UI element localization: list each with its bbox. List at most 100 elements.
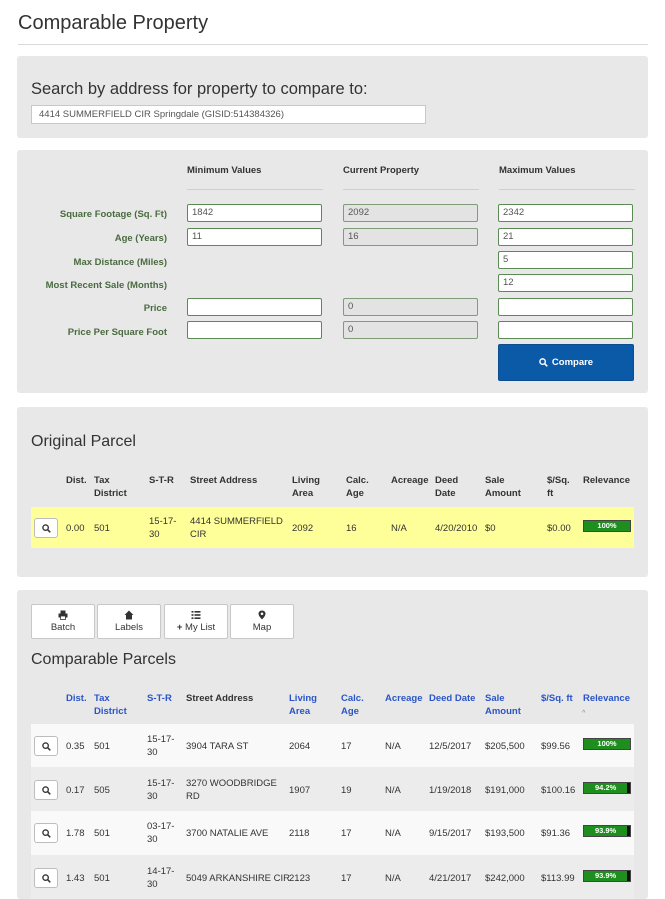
header-living-area: Living Area — [292, 475, 320, 499]
sort-deed-date[interactable]: Deed Date — [429, 692, 475, 705]
cell-str: 14-17- 30 — [147, 866, 175, 890]
relevance-fill: 93.9% — [584, 826, 628, 836]
min-price-per-sqft-field[interactable] — [187, 321, 322, 339]
cell-calc-age: 17 — [341, 828, 352, 839]
max-distance-field[interactable]: 5 — [498, 251, 633, 269]
my-list-button[interactable]: + My List — [164, 604, 228, 639]
min-age-field[interactable]: 11 — [187, 228, 322, 246]
page-title: Comparable Property — [18, 12, 209, 34]
cell-living-area: 2123 — [289, 873, 311, 884]
criteria-panel: Minimum Values Current Property Maximum … — [17, 150, 648, 393]
search-icon — [41, 523, 51, 533]
sort-living-area[interactable]: Living Area — [289, 692, 317, 718]
cell-deed-date: 12/5/2017 — [429, 741, 472, 752]
cell-str: 15-17- 30 — [149, 516, 177, 540]
view-parcel-button[interactable] — [34, 823, 58, 843]
original-parcel-title: Original Parcel — [31, 433, 136, 450]
header-street-address: Street Address — [186, 693, 254, 704]
sort-price-per-sqft[interactable]: $/Sq. ft — [541, 692, 573, 705]
cell-living-area: 1907 — [289, 785, 311, 796]
labels-label: Labels — [115, 622, 143, 633]
sort-relevance[interactable]: Relevance — [583, 692, 630, 705]
age-label: Age (Years) — [114, 233, 167, 244]
most-recent-sale-label: Most Recent Sale (Months) — [45, 280, 167, 291]
cell-str: 15-17- 30 — [147, 734, 175, 758]
cell-address: 3904 TARA ST — [186, 741, 249, 752]
min-sqft-field[interactable]: 1842 — [187, 204, 322, 222]
printer-icon — [58, 610, 68, 620]
sort-calc-age[interactable]: Calc. Age — [341, 692, 364, 718]
cell-dist: 1.78 — [66, 828, 85, 839]
sort-tax-district[interactable]: Tax District — [94, 692, 127, 718]
cell-calc-age: 17 — [341, 873, 352, 884]
search-icon — [41, 828, 51, 838]
max-price-field[interactable] — [498, 298, 633, 316]
comparable-parcels-title: Comparable Parcels — [31, 651, 176, 668]
sort-acreage[interactable]: Acreage — [385, 692, 423, 705]
compare-label: Compare — [551, 357, 594, 368]
header-price-per-sqft: $/Sq. ft — [547, 475, 570, 499]
header-acreage: Acreage — [391, 475, 429, 486]
cell-address: 3700 NATALIE AVE — [186, 828, 269, 839]
current-age-field: 16 — [343, 228, 478, 246]
compare-button[interactable]: Compare — [498, 344, 634, 381]
cell-calc-age: 19 — [341, 785, 352, 796]
cell-sale-amount: $205,500 — [485, 741, 525, 752]
cell-sale-amount: $193,500 — [485, 828, 525, 839]
max-sqft-field[interactable]: 2342 — [498, 204, 633, 222]
cell-tax: 501 — [94, 828, 110, 839]
price-per-sqft-label: Price Per Square Foot — [67, 327, 167, 338]
list-icon — [191, 611, 201, 619]
cell-address: 3270 WOODBRIDGE RD — [186, 778, 277, 802]
header-dist: Dist. — [66, 475, 87, 486]
max-distance-label: Max Distance (Miles) — [73, 257, 167, 268]
cell-price-per-sqft: $0.00 — [547, 523, 571, 534]
max-values-header: Maximum Values — [499, 165, 576, 176]
cell-price-per-sqft: $99.56 — [541, 741, 571, 752]
cell-deed-date: 4/20/2010 — [435, 523, 478, 534]
cell-sale-amount: $0 — [485, 523, 496, 534]
address-search-input[interactable]: 4414 SUMMERFIELD CIR Springdale (GISID:5… — [31, 105, 426, 124]
current-price-per-sqft-field: 0 — [343, 321, 478, 339]
header-calc-age: Calc. Age — [346, 475, 369, 499]
original-parcel-row — [31, 507, 634, 548]
most-recent-sale-field[interactable]: 12 — [498, 274, 633, 292]
map-button[interactable]: Map — [230, 604, 294, 639]
view-parcel-button[interactable] — [34, 780, 58, 800]
cell-tax: 501 — [94, 523, 110, 534]
relevance-bar: 93.9% — [583, 825, 631, 837]
sort-str[interactable]: S-T-R — [147, 692, 172, 705]
cell-dist: 0.35 — [66, 741, 85, 752]
max-age-field[interactable]: 21 — [498, 228, 633, 246]
current-property-divider — [343, 189, 479, 190]
min-values-divider — [187, 189, 323, 190]
relevance-bar: 94.2% — [583, 782, 631, 794]
cell-living-area: 2064 — [289, 741, 311, 752]
max-price-per-sqft-field[interactable] — [498, 321, 633, 339]
my-list-label: My List — [185, 622, 216, 633]
relevance-fill: 100% — [584, 739, 630, 749]
header-sale-amount: Sale Amount — [485, 475, 521, 499]
relevance-fill: 93.9% — [584, 871, 628, 881]
header-str: S-T-R — [149, 475, 174, 486]
relevance-fill: 94.2% — [584, 783, 628, 793]
header-tax-district: Tax District — [94, 475, 127, 499]
sort-sale-amount[interactable]: Sale Amount — [485, 692, 521, 718]
header-relevance: Relevance — [583, 475, 631, 486]
cell-sale-amount: $191,000 — [485, 785, 525, 796]
min-values-header: Minimum Values — [187, 165, 262, 176]
sort-dist[interactable]: Dist. — [66, 692, 87, 705]
labels-button[interactable]: Labels — [97, 604, 161, 639]
cell-calc-age: 17 — [341, 741, 352, 752]
plus-icon: + — [176, 622, 183, 633]
view-parcel-button[interactable] — [34, 868, 58, 888]
min-price-field[interactable] — [187, 298, 322, 316]
view-parcel-button[interactable] — [34, 518, 58, 538]
batch-button[interactable]: Batch — [31, 604, 95, 639]
cell-dist: 0.00 — [66, 523, 85, 534]
cell-sale-amount: $242,000 — [485, 873, 525, 884]
batch-label: Batch — [50, 622, 76, 633]
header-deed-date: Deed Date — [435, 475, 459, 499]
view-parcel-button[interactable] — [34, 736, 58, 756]
cell-deed-date: 9/15/2017 — [429, 828, 472, 839]
